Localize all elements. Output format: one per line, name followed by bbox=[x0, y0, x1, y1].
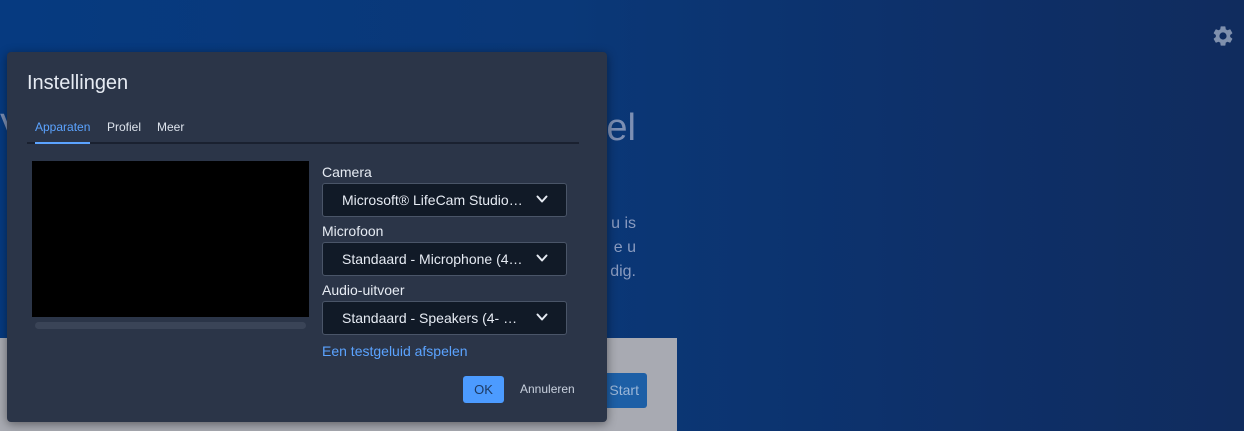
ok-button[interactable]: OK bbox=[463, 376, 504, 403]
tab-profile[interactable]: Profiel bbox=[107, 118, 141, 142]
audio-level-meter bbox=[35, 322, 306, 329]
chevron-down-icon bbox=[536, 195, 548, 203]
chevron-down-icon bbox=[536, 254, 548, 262]
cancel-button[interactable]: Annuleren bbox=[520, 376, 575, 403]
settings-tabs: Apparaten Profiel Meer bbox=[27, 118, 579, 144]
chevron-down-icon bbox=[536, 313, 548, 321]
tab-devices[interactable]: Apparaten bbox=[35, 118, 90, 144]
start-button[interactable]: Start bbox=[600, 373, 647, 408]
settings-dialog: Instellingen Apparaten Profiel Meer Came… bbox=[7, 52, 607, 422]
camera-select[interactable]: Microsoft® LifeCam Studio(TM) (045e:0811… bbox=[322, 183, 567, 217]
play-test-sound-link[interactable]: Een testgeluid afspelen bbox=[322, 342, 468, 360]
tab-more[interactable]: Meer bbox=[157, 118, 184, 142]
audio-output-select-value: Standaard - Speakers (4- USB Audio) bbox=[342, 310, 524, 326]
audio-output-label: Audio-uitvoer bbox=[322, 282, 405, 298]
microphone-select-value: Standaard - Microphone (4- USB Audio) bbox=[342, 251, 524, 267]
camera-label: Camera bbox=[322, 164, 372, 180]
microphone-select[interactable]: Standaard - Microphone (4- USB Audio) bbox=[322, 242, 567, 276]
audio-output-select[interactable]: Standaard - Speakers (4- USB Audio) bbox=[322, 301, 567, 335]
camera-select-value: Microsoft® LifeCam Studio(TM) (045e:0811… bbox=[342, 192, 524, 208]
camera-preview bbox=[32, 161, 309, 317]
dialog-title: Instellingen bbox=[27, 72, 129, 94]
microphone-label: Microfoon bbox=[322, 223, 384, 239]
gear-icon[interactable] bbox=[1211, 24, 1235, 48]
